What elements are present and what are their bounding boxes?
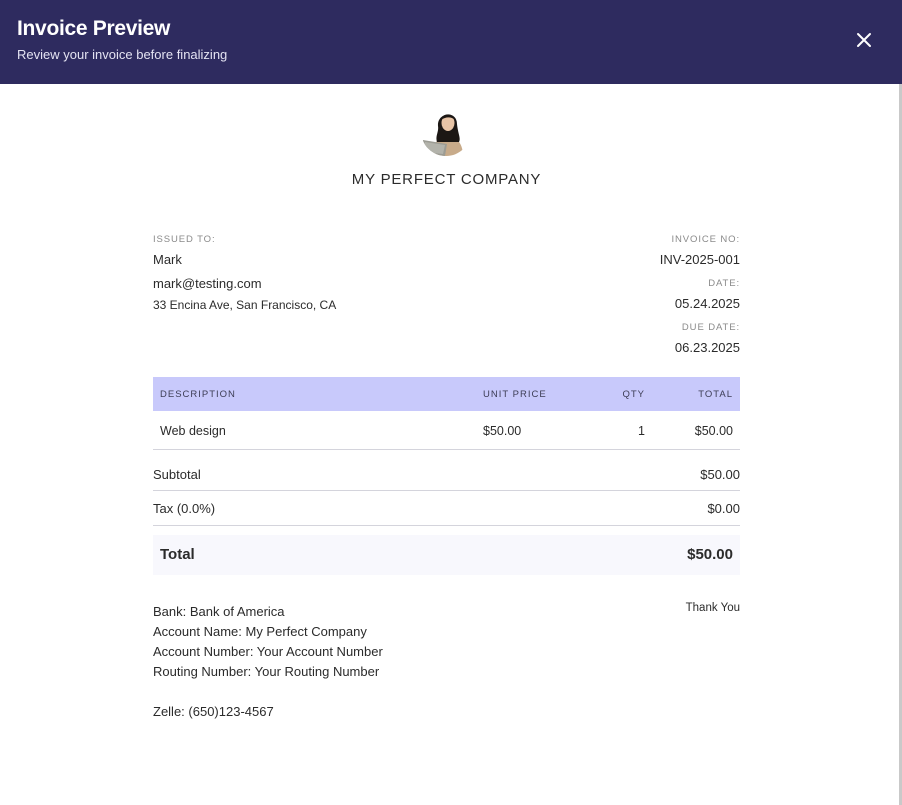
subtotal-label: Subtotal bbox=[153, 467, 201, 482]
client-email: mark@testing.com bbox=[153, 276, 262, 291]
tax-label: Tax (0.0%) bbox=[153, 501, 216, 516]
close-icon bbox=[857, 33, 871, 47]
close-button[interactable] bbox=[852, 28, 876, 52]
date-label: DATE: bbox=[708, 278, 740, 289]
tax-value: $0.00 bbox=[707, 501, 740, 516]
column-header-unit-price: UNIT PRICE bbox=[483, 389, 547, 400]
modal-subtitle: Review your invoice before finalizing bbox=[17, 47, 228, 62]
row-description: Web design bbox=[160, 424, 226, 438]
thank-you-note: Thank You bbox=[685, 602, 740, 614]
routing-number: Routing Number: Your Routing Number bbox=[153, 664, 380, 679]
due-date: 06.23.2025 bbox=[674, 340, 740, 355]
column-header-total: TOTAL bbox=[698, 389, 733, 400]
company-name: MY PERFECT COMPANY bbox=[351, 171, 542, 188]
modal-title: Invoice Preview bbox=[17, 17, 171, 40]
row-total: $50.00 bbox=[694, 424, 733, 438]
client-name: Mark bbox=[153, 252, 182, 267]
tax-divider bbox=[153, 525, 740, 526]
due-date-label: DUE DATE: bbox=[681, 322, 740, 333]
invoice-date: 05.24.2025 bbox=[674, 296, 740, 311]
invoice-number: INV-2025-001 bbox=[659, 252, 740, 267]
table-header: DESCRIPTION UNIT PRICE QTY TOTAL bbox=[153, 377, 740, 411]
column-header-qty: QTY bbox=[622, 389, 645, 400]
total-row: Total $50.00 bbox=[153, 535, 740, 575]
account-name: Account Name: My Perfect Company bbox=[153, 624, 367, 639]
zelle-info: Zelle: (650)123-4567 bbox=[153, 704, 274, 719]
bank-name: Bank: Bank of America bbox=[153, 604, 285, 619]
issued-to-label: ISSUED TO: bbox=[153, 234, 216, 245]
total-label: Total bbox=[160, 546, 195, 563]
invoice-no-label: INVOICE NO: bbox=[671, 234, 740, 245]
modal-header: Invoice Preview Review your invoice befo… bbox=[0, 0, 902, 84]
company-logo-avatar bbox=[421, 104, 471, 156]
total-value: $50.00 bbox=[687, 546, 733, 563]
subtotal-divider bbox=[153, 490, 740, 491]
account-number: Account Number: Your Account Number bbox=[153, 644, 383, 659]
row-qty: 1 bbox=[638, 424, 645, 438]
row-unit-price: $50.00 bbox=[483, 424, 522, 438]
client-address: 33 Encina Ave, San Francisco, CA bbox=[153, 298, 337, 312]
subtotal-value: $50.00 bbox=[700, 467, 740, 482]
row-divider bbox=[153, 449, 740, 450]
column-header-description: DESCRIPTION bbox=[160, 389, 236, 400]
